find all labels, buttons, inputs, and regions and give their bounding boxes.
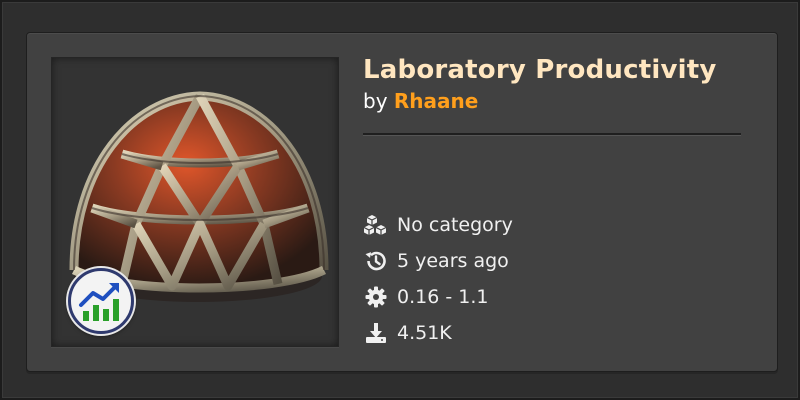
mod-card-frame: Laboratory Productivity by Rhaane No cat… [0, 0, 800, 400]
gear-icon [363, 284, 389, 310]
mod-card[interactable]: Laboratory Productivity by Rhaane No cat… [26, 32, 778, 372]
productivity-chart-icon [79, 283, 119, 321]
divider [363, 133, 741, 135]
meta-updated: 5 years ago [363, 243, 743, 279]
author-link[interactable]: Rhaane [394, 89, 478, 113]
by-label: by [363, 89, 388, 113]
mod-title[interactable]: Laboratory Productivity [363, 55, 743, 85]
history-icon [363, 248, 389, 274]
mod-info: Laboratory Productivity by Rhaane [363, 55, 743, 113]
meta-downloads: 4.51K [363, 315, 743, 351]
productivity-badge [68, 268, 134, 334]
mod-meta-list: No category 5 years ago 0.16 - 1.1 4.51K [363, 207, 743, 351]
meta-category: No category [363, 207, 743, 243]
cubes-icon [363, 212, 389, 238]
downloads-text: 4.51K [397, 322, 452, 344]
meta-version: 0.16 - 1.1 [363, 279, 743, 315]
download-icon [363, 320, 389, 346]
version-text: 0.16 - 1.1 [397, 286, 489, 308]
mod-thumbnail[interactable] [51, 57, 339, 347]
updated-text: 5 years ago [397, 250, 509, 272]
byline: by Rhaane [363, 89, 743, 113]
category-text: No category [397, 214, 513, 236]
